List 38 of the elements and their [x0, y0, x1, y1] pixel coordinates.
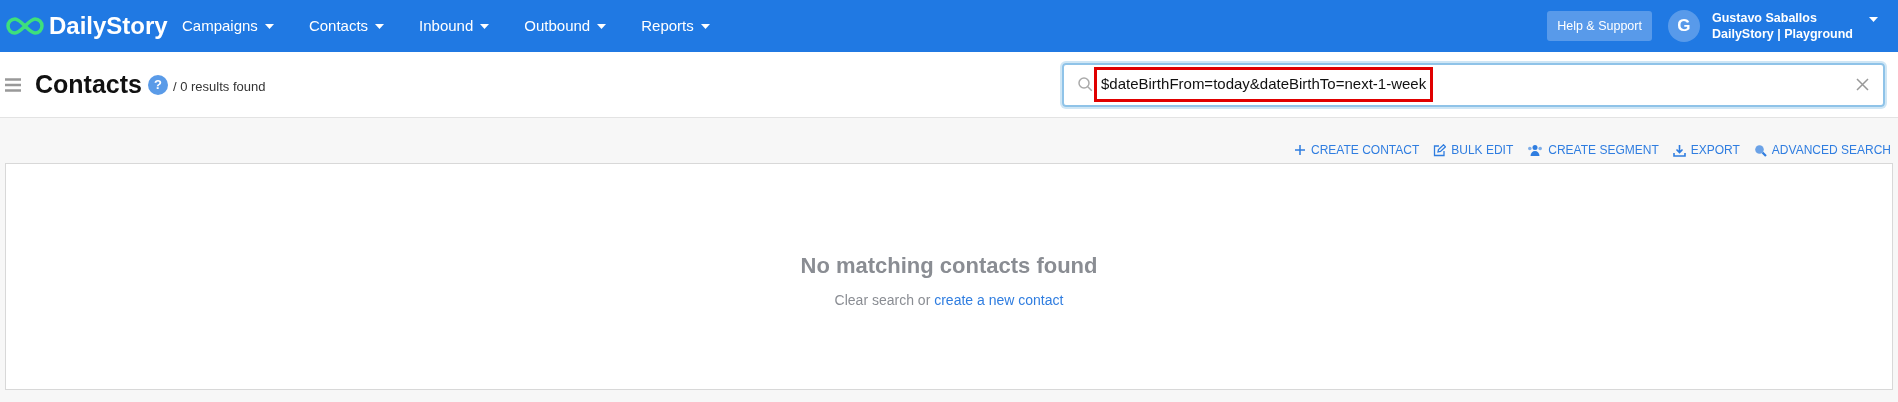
zoom-icon: [1753, 143, 1767, 157]
caret-icon: [1869, 16, 1878, 22]
avatar[interactable]: G: [1667, 10, 1700, 42]
nav-menu[interactable]: Campaigns: [182, 14, 274, 38]
caret-icon: [480, 23, 490, 29]
results-count: / 0 results found: [172, 77, 266, 96]
caret-icon: [375, 23, 385, 29]
edit-icon: [1433, 143, 1447, 157]
caret-icon: [597, 23, 607, 29]
nav-menu[interactable]: Reports: [641, 14, 710, 38]
download-icon: [1672, 143, 1686, 157]
logo-icon: [4, 15, 46, 37]
plus-icon: [1294, 144, 1306, 156]
search-field[interactable]: $dateBirthFrom=today&dateBirthTo=next-1-week: [1062, 62, 1885, 107]
search-value: $dateBirthFrom=today&dateBirthTo=next-1-week: [1097, 70, 1431, 99]
clear-icon[interactable]: [1856, 78, 1869, 91]
user-name[interactable]: Gustavo Saballos: [1711, 10, 1853, 26]
brand-name: DailyStory: [49, 11, 168, 41]
nav-menu[interactable]: Contacts: [308, 14, 385, 38]
caret-icon: [700, 23, 710, 29]
empty-title: No matching contacts found: [800, 252, 1098, 280]
menu-icon[interactable]: [5, 77, 21, 92]
nav-menu[interactable]: Outbound: [524, 14, 607, 38]
search-icon: [1078, 77, 1093, 92]
help-support-button[interactable]: Help & Support: [1547, 11, 1652, 41]
caret-icon: [264, 23, 274, 29]
action-link[interactable]: CREATE CONTACT: [1294, 141, 1420, 159]
action-link[interactable]: BULK EDIT: [1433, 141, 1514, 159]
people-icon: [1527, 144, 1544, 156]
action-link[interactable]: ADVANCED SEARCH: [1753, 141, 1891, 159]
action-link[interactable]: CREATE SEGMENT: [1527, 141, 1659, 159]
action-link[interactable]: EXPORT: [1672, 141, 1740, 159]
create-contact-link[interactable]: create a new contact: [934, 292, 1064, 308]
account-name[interactable]: DailyStory | Playground: [1711, 26, 1853, 42]
page-title: Contacts: [35, 68, 142, 100]
empty-message: Clear search or create a new contact: [834, 291, 1064, 310]
help-badge[interactable]: ?: [147, 74, 168, 95]
nav-menu[interactable]: Inbound: [419, 14, 490, 38]
